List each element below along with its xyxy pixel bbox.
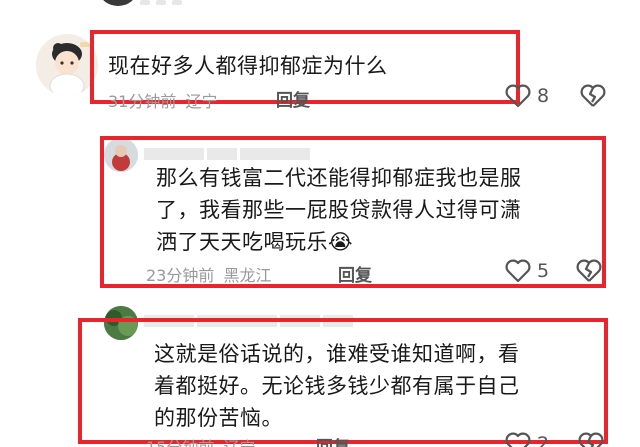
- broken-heart-icon: [580, 84, 606, 107]
- comment-1-dislike-button[interactable]: [580, 84, 606, 112]
- comment-3-reply-button[interactable]: 回复: [316, 433, 350, 447]
- comment-3-line-1: 这就是俗话说的，谁难受谁知道啊，看: [154, 342, 520, 366]
- comment-thread: 现在好多人都得抑郁症为什么 31分钟前 辽宁 回复 8 那么有钱富二代还能得抑郁…: [0, 0, 640, 447]
- avatar[interactable]: [36, 34, 98, 96]
- comment-2-line-1: 那么有钱富二代还能得抑郁症我也是服: [156, 166, 522, 190]
- cartoon-avatar-icon: [36, 34, 98, 96]
- comment-2-line-2: 了，我看那些一屁股贷款得人过得可潇: [156, 198, 522, 222]
- comment-2-line-3: 洒了天天吃喝玩乐😭: [156, 230, 354, 254]
- comment-1-time: 31分钟前: [108, 92, 177, 111]
- broken-heart-icon: [578, 432, 604, 447]
- broken-heart-icon: [576, 259, 602, 282]
- comment-2-like-count: 5: [537, 260, 550, 282]
- comment-2-reply-button[interactable]: 回复: [338, 261, 372, 286]
- comment-1-text: 现在好多人都得抑郁症为什么: [108, 54, 388, 78]
- comment-3-like-button[interactable]: 2: [505, 432, 549, 447]
- heart-outline-icon: [505, 259, 531, 283]
- comment-3-time: 15分钟前: [146, 438, 214, 447]
- comment-2-like-button[interactable]: 5: [505, 259, 549, 283]
- comment-2-location: 黑龙江: [223, 266, 272, 285]
- comment-2-text: 那么有钱富二代还能得抑郁症我也是服 了，我看那些一屁股贷款得人过得可潇 洒了天天…: [156, 162, 522, 258]
- comment-3-line-2: 着都挺好。无论钱多钱少都有属于自己: [154, 374, 520, 398]
- username-previous-blurred: [140, 0, 190, 6]
- comment-1-reply-button[interactable]: 回复: [276, 86, 310, 111]
- comment-3-dislike-button[interactable]: [578, 432, 604, 447]
- heart-outline-icon: [505, 84, 531, 108]
- comment-2-dislike-button[interactable]: [576, 259, 602, 287]
- comment-1-meta: 31分钟前 辽宁: [108, 88, 217, 112]
- comment-3-like-count: 2: [537, 433, 550, 447]
- comment-3-location: 辽宁: [223, 438, 255, 447]
- comment-3-meta: 15分钟前 辽宁: [146, 434, 255, 447]
- comment-2-meta: 23分钟前 黑龙江: [146, 262, 271, 286]
- comment-1-location: 辽宁: [185, 92, 218, 111]
- comment-2-time: 23分钟前: [146, 266, 215, 285]
- comment-1-like-count: 8: [537, 85, 550, 107]
- avatar-previous-comment[interactable]: [100, 0, 136, 6]
- comment-3-line-3: 的那份苦恼。: [154, 406, 283, 430]
- comment-1-like-button[interactable]: 8: [505, 84, 549, 108]
- heart-outline-icon: [505, 432, 531, 447]
- comment-3-text: 这就是俗话说的，谁难受谁知道啊，看 着都挺好。无论钱多钱少都有属于自己 的那份苦…: [154, 338, 520, 434]
